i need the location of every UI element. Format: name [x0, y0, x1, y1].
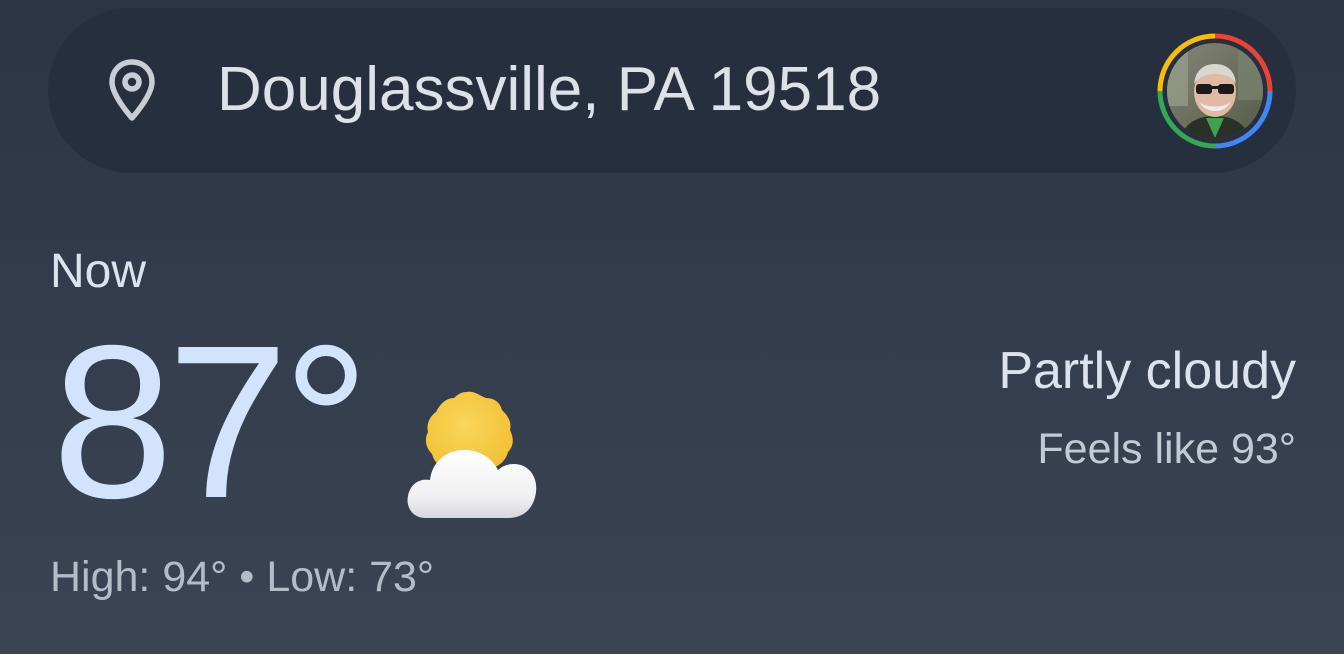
- location-text[interactable]: Douglassville, PA 19518: [217, 50, 881, 130]
- current-temperature: 87°: [52, 301, 370, 544]
- low-temperature: Low: 73°: [266, 553, 435, 601]
- profile-avatar[interactable]: [1156, 32, 1274, 150]
- now-label: Now: [50, 245, 147, 298]
- location-pin-icon: [109, 59, 155, 121]
- high-temperature: High: 94°: [50, 553, 228, 601]
- weather-condition: Partly cloudy: [998, 342, 1296, 400]
- feels-like-temperature: Feels like 93°: [1037, 425, 1296, 473]
- high-low-temperatures: High: 94° • Low: 73°: [50, 550, 434, 604]
- separator-dot: •: [227, 553, 267, 601]
- partly-cloudy-icon: [407, 391, 537, 518]
